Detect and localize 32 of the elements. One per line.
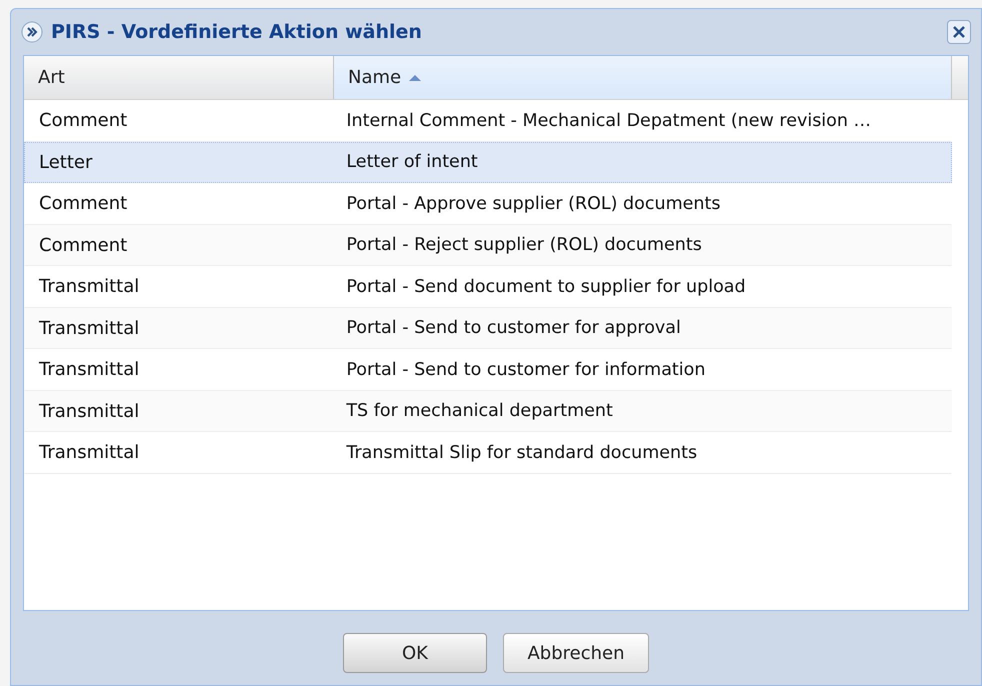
- table-cell-text: Letter: [38, 150, 94, 175]
- table-row[interactable]: Transmittal TS for mechanical department: [24, 390, 952, 432]
- table-cell-text: Comment: [38, 109, 128, 134]
- table-cell-text: Transmittal Slip for standard documents: [345, 442, 698, 465]
- table-cell-text: Letter of intent: [345, 151, 479, 174]
- table-cell-text: Transmittal: [38, 441, 140, 466]
- table-cell-text: Portal - Approve supplier (ROL) documents: [345, 192, 722, 216]
- close-icon: [952, 25, 966, 39]
- table-cell-text: Portal - Reject supplier (ROL) documents: [345, 234, 703, 258]
- table-cell-text: Transmittal: [38, 400, 140, 424]
- column-label: Name: [348, 66, 402, 90]
- table-cell-text: Transmittal: [38, 316, 140, 341]
- table-cell-text: Portal - Send to customer for information: [345, 358, 706, 382]
- table-row[interactable]: Transmittal Portal - Send to customer for approval: [24, 308, 952, 349]
- dialog-button[interactable]: OK: [343, 633, 487, 673]
- sort-ascending-icon: [409, 74, 422, 82]
- table-cell-text: Portal - Send to customer for approval: [345, 317, 682, 340]
- table-cell-text: Transmittal: [38, 358, 140, 382]
- table-cell-text: Internal Comment - Mechanical Depatment (new revision …: [345, 110, 872, 133]
- table-row[interactable]: Comment Portal - Reject supplier (ROL) documents: [24, 224, 952, 266]
- dialog-button[interactable]: Abbrechen: [503, 633, 649, 673]
- table-cell-text: Transmittal: [38, 275, 140, 300]
- table-row[interactable]: Letter Letter of intent: [24, 142, 952, 183]
- table-cell-text: Comment: [38, 234, 128, 258]
- column-header[interactable]: Name: [334, 56, 952, 99]
- double-chevron-icon: [21, 21, 43, 43]
- column-label: Art: [38, 66, 65, 90]
- table-cell-text: TS for mechanical department: [345, 400, 614, 424]
- window-title: PIRS - Vordefinierte Aktion wählen: [51, 20, 422, 45]
- table-cell-text: Portal - Send document to supplier for upload: [345, 276, 747, 299]
- close-button[interactable]: [947, 20, 971, 44]
- table-cell-text: Comment: [38, 192, 128, 216]
